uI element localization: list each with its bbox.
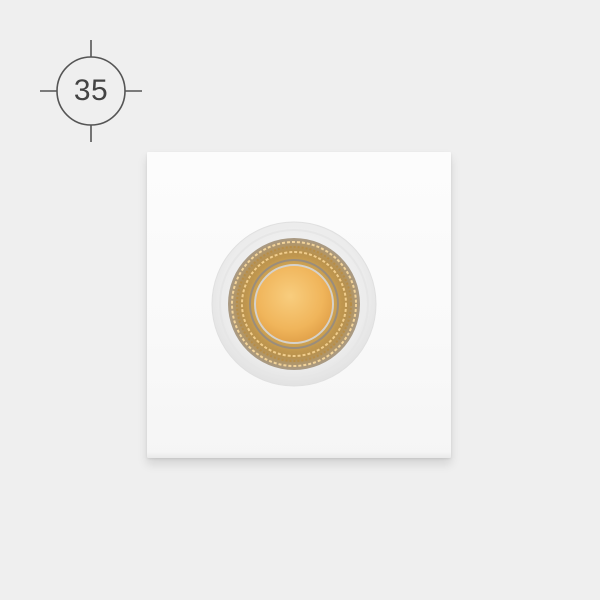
size-badge-value: 35: [73, 74, 109, 107]
product-image: 35: [0, 0, 600, 600]
housing-edge-shadow: [147, 452, 451, 458]
downlight-housing: [147, 152, 451, 458]
size-badge: 35: [40, 40, 142, 142]
led-lamp-icon: [211, 221, 377, 387]
